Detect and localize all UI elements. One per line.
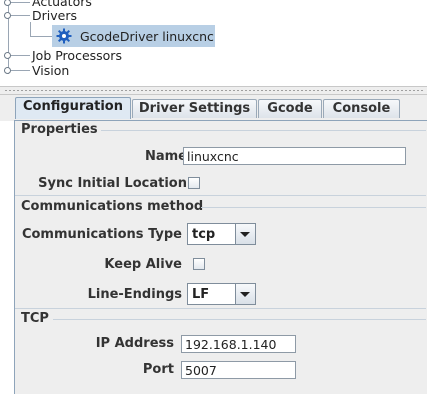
tab-strip: Configuration Driver Settings Gcode Cons… <box>0 95 427 121</box>
group-divider <box>15 308 426 309</box>
ip-address-field[interactable] <box>181 335 296 353</box>
group-divider <box>53 319 426 320</box>
sync-initial-location-checkbox[interactable] <box>188 177 200 189</box>
name-label: Name <box>144 149 187 164</box>
tree-connector-line <box>11 70 30 71</box>
properties-group-title: Properties <box>21 122 98 137</box>
tree-item-job-processors[interactable]: Job Processors <box>32 48 122 63</box>
port-label: Port <box>142 362 174 377</box>
machine-tree: Actuators Drivers GcodeDriver linuxcnc J… <box>0 0 427 90</box>
tree-handle-icon[interactable] <box>4 0 11 6</box>
name-field[interactable] <box>183 147 406 165</box>
communications-type-value: tcp <box>192 227 216 242</box>
group-divider <box>101 130 426 131</box>
communications-type-label: Communications Type <box>21 227 182 242</box>
line-endings-label: Line-Endings <box>87 287 182 302</box>
line-endings-value: LF <box>192 287 210 302</box>
gear-icon <box>56 28 72 44</box>
ip-address-label: IP Address <box>95 336 174 351</box>
tab-console[interactable]: Console <box>323 99 400 118</box>
chevron-down-icon[interactable] <box>235 284 255 304</box>
tab-gcode[interactable]: Gcode <box>258 99 322 118</box>
keep-alive-label: Keep Alive <box>104 257 182 272</box>
communications-type-combo[interactable]: tcp <box>187 223 256 245</box>
tree-connector-line <box>30 36 52 37</box>
tree-handle-icon[interactable] <box>4 12 11 19</box>
tree-connector-line <box>30 22 31 37</box>
tree-connector-line <box>11 55 30 56</box>
tab-configuration[interactable]: Configuration <box>15 97 131 119</box>
group-divider <box>15 195 426 196</box>
tcp-group-title: TCP <box>21 311 49 326</box>
split-pane-divider[interactable] <box>0 86 427 95</box>
tree-item-drivers[interactable]: Drivers <box>32 8 77 23</box>
chevron-down-icon[interactable] <box>235 224 255 244</box>
keep-alive-checkbox[interactable] <box>193 258 205 270</box>
port-field[interactable] <box>181 361 296 379</box>
tree-handle-icon[interactable] <box>4 52 11 59</box>
configuration-panel: Properties Name Sync Initial Location Co… <box>14 120 427 394</box>
communications-group-title: Communications method <box>21 199 204 214</box>
sync-initial-location-label: Sync Initial Location <box>38 176 187 191</box>
splitter-grip <box>4 89 423 92</box>
tree-item-vision[interactable]: Vision <box>32 63 69 78</box>
tree-connector-line <box>11 15 30 16</box>
group-divider <box>201 207 426 208</box>
tab-driver-settings[interactable]: Driver Settings <box>132 99 257 118</box>
tree-connector-line <box>11 2 30 3</box>
line-endings-combo[interactable]: LF <box>187 283 256 305</box>
tree-handle-icon[interactable] <box>4 67 11 74</box>
tree-item-gcodedriver[interactable]: GcodeDriver linuxcnc <box>80 29 214 44</box>
